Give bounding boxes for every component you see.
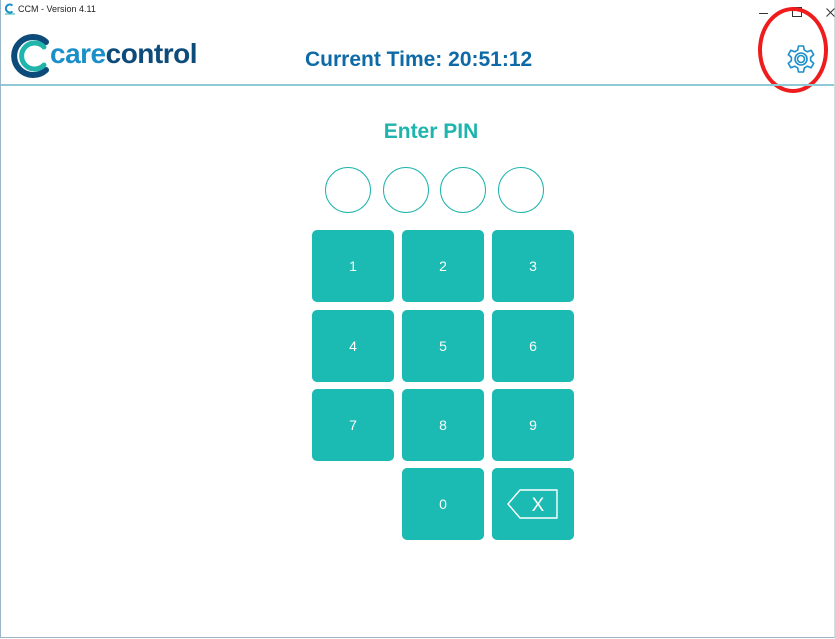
backspace-label: X <box>532 495 545 516</box>
key-label: 7 <box>349 417 357 433</box>
key-label: 6 <box>529 338 537 354</box>
key-3[interactable]: 3 <box>492 230 574 302</box>
key-0[interactable]: 0 <box>402 468 484 540</box>
backspace-icon: X <box>507 489 558 519</box>
logo-wordmark: carecontrol <box>50 37 198 71</box>
key-2[interactable]: 2 <box>402 230 484 302</box>
key-9[interactable]: 9 <box>492 389 574 461</box>
key-6[interactable]: 6 <box>492 310 574 382</box>
close-icon <box>825 7 835 17</box>
logo-control-text: control <box>105 38 198 69</box>
key-label: 0 <box>439 496 447 512</box>
key-label: 8 <box>439 417 447 433</box>
key-4[interactable]: 4 <box>312 310 394 382</box>
pin-dot <box>498 167 544 213</box>
enter-pin-heading: Enter PIN <box>383 120 479 143</box>
key-label: 1 <box>349 258 357 274</box>
minimize-icon <box>758 12 768 14</box>
header-divider <box>1 84 834 86</box>
key-label: 9 <box>529 417 537 433</box>
title-bar[interactable]: CCM - Version 4.11 <box>0 0 835 28</box>
key-7[interactable]: 7 <box>312 389 394 461</box>
key-1[interactable]: 1 <box>312 230 394 302</box>
backspace-button[interactable]: X <box>492 468 574 540</box>
key-8[interactable]: 8 <box>402 389 484 461</box>
logo-care-text: care <box>50 38 106 69</box>
carecontrol-logo: carecontrol <box>8 30 208 80</box>
key-label: 3 <box>529 258 537 274</box>
key-label: 2 <box>439 258 447 274</box>
carecontrol-logo-icon <box>11 34 49 78</box>
key-5[interactable]: 5 <box>402 310 484 382</box>
carecontrol-app-icon <box>4 3 15 15</box>
key-label: 5 <box>439 338 447 354</box>
current-time: Current Time: 20:51:12 <box>305 48 533 71</box>
pin-dot <box>440 167 486 213</box>
pin-dot <box>325 167 371 213</box>
key-label: 4 <box>349 338 357 354</box>
pin-indicator <box>325 167 551 213</box>
pin-dot <box>383 167 429 213</box>
highlight-circle <box>758 7 828 93</box>
window-title: CCM - Version 4.11 <box>18 4 96 14</box>
